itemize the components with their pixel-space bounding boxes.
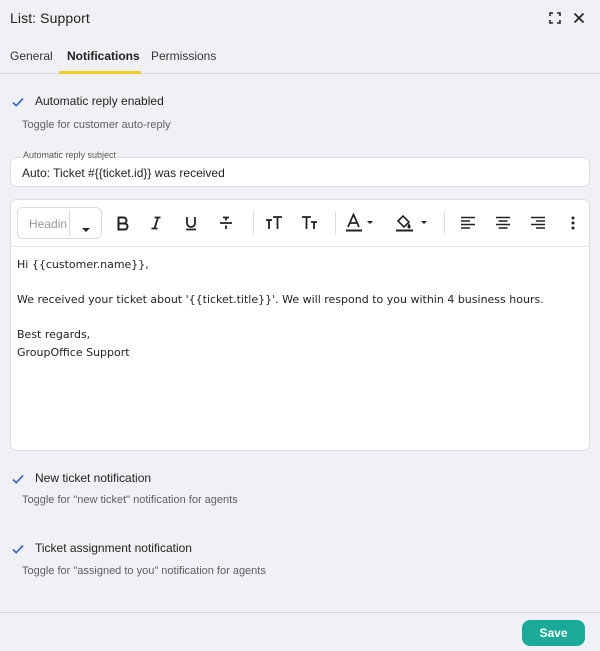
editor-line: Hi {{customer.name}}, [17,258,149,271]
rich-text-editor: Headin Hi {{customer.name}}, We received… [10,199,590,451]
align-right-icon[interactable] [527,213,549,233]
support-list-dialog: List: Support General Notifications Perm… [0,0,600,651]
toolbar-divider [444,211,445,235]
underline-icon[interactable] [180,213,202,233]
auto-reply-hint: Toggle for customer auto-reply [22,119,171,131]
save-button[interactable]: Save [522,620,585,646]
editor-line: Best regards, [17,328,91,341]
editor-toolbar: Headin [11,200,589,247]
new-ticket-label: New ticket notification [35,471,152,485]
close-icon[interactable] [570,9,588,27]
highlight-color-icon[interactable] [395,213,433,233]
dialog-footer: Save [0,612,600,651]
align-left-icon[interactable] [457,213,479,233]
text-color-icon[interactable] [345,213,379,233]
auto-reply-subject-input[interactable] [22,166,572,180]
italic-icon[interactable] [145,213,167,233]
tab-bar: General Notifications Permissions [0,40,600,74]
bold-icon[interactable] [111,213,133,233]
maximize-icon[interactable] [546,9,564,27]
strikethrough-icon[interactable] [215,213,237,233]
new-ticket-hint: Toggle for "new ticket" notification for… [22,494,238,506]
tab-permissions[interactable]: Permissions [151,49,216,63]
dialog-titlebar: List: Support [0,0,600,36]
auto-reply-subject-label: Automatic reply subject [22,150,118,160]
font-size-increase-icon[interactable] [263,213,285,233]
align-center-icon[interactable] [492,213,514,233]
heading-select-divider [69,210,70,236]
assignment-hint: Toggle for "assigned to you" notificatio… [22,565,266,577]
dialog-title: List: Support [10,10,90,26]
editor-line: We received your ticket about '{{ticket.… [17,293,544,306]
editor-line: GroupOffice Support [17,345,130,359]
heading-select-value: Headin [29,217,68,231]
new-ticket-checkbox[interactable] [11,472,25,486]
assignment-label: Ticket assignment notification [35,541,192,555]
active-tab-indicator [59,71,141,74]
tab-general[interactable]: General [10,49,53,63]
tab-notifications[interactable]: Notifications [67,49,140,63]
toolbar-divider [335,211,336,235]
auto-reply-subject-field: Automatic reply subject [10,150,590,187]
editor-content[interactable]: Hi {{customer.name}}, We received your t… [17,256,577,361]
toolbar-divider [253,211,254,235]
auto-reply-label: Automatic reply enabled [35,94,164,108]
chevron-down-icon[interactable] [81,220,91,238]
auto-reply-checkbox[interactable] [11,95,25,109]
heading-select[interactable]: Headin [17,207,102,239]
more-options-icon[interactable] [567,213,579,233]
font-size-decrease-icon[interactable] [299,213,321,233]
assignment-checkbox[interactable] [11,542,25,556]
